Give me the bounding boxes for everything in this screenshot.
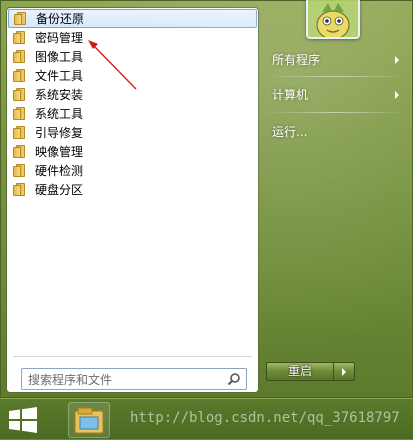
- folder-icon: [13, 69, 29, 82]
- folder-icon: [13, 50, 29, 63]
- program-item-disk-partition[interactable]: 硬盘分区: [8, 180, 257, 199]
- program-item-image-tools[interactable]: 图像工具: [8, 47, 257, 66]
- run-item[interactable]: 运行...: [272, 121, 402, 143]
- chevron-right-icon: [395, 91, 399, 99]
- program-item-image-management[interactable]: 映像管理: [8, 142, 257, 161]
- folder-icon: [14, 12, 30, 25]
- watermark-text: http://blog.csdn.net/qq_37618797: [130, 410, 400, 426]
- divider: [266, 112, 406, 113]
- computer-item[interactable]: 计算机: [272, 84, 402, 106]
- folder-icon: [13, 88, 29, 101]
- program-item-password-manager[interactable]: 密码管理: [8, 28, 257, 47]
- program-item-boot-repair[interactable]: 引导修复: [8, 123, 257, 142]
- chevron-right-icon: [395, 56, 399, 64]
- program-item-system-tools[interactable]: 系统工具: [8, 104, 257, 123]
- program-label: 系统工具: [35, 107, 84, 121]
- folder-icon: [13, 183, 29, 196]
- taskbar-app-button[interactable]: [68, 402, 110, 438]
- program-label: 引导修复: [35, 126, 84, 140]
- shutdown-options-button[interactable]: [334, 362, 355, 381]
- avatar-image: [308, 0, 358, 37]
- restart-button[interactable]: 重启: [266, 362, 334, 381]
- program-list: 备份还原 密码管理 图像工具 文件工具 系统安装 系统工具 引导修复 映像管理 …: [7, 9, 258, 199]
- program-label: 映像管理: [35, 145, 84, 159]
- program-item-file-tools[interactable]: 文件工具: [8, 66, 257, 85]
- search-box[interactable]: [21, 368, 247, 390]
- divider: [13, 356, 252, 357]
- program-label: 文件工具: [35, 69, 84, 83]
- computer-label: 计算机: [272, 88, 309, 102]
- windows-logo-icon[interactable]: [8, 407, 38, 433]
- programs-pane: 备份还原 密码管理 图像工具 文件工具 系统安装 系统工具 引导修复 映像管理 …: [6, 7, 259, 393]
- program-item-system-install[interactable]: 系统安装: [8, 85, 257, 104]
- search-icon[interactable]: [227, 372, 241, 386]
- program-label: 硬件检测: [35, 164, 84, 178]
- folder-icon: [13, 145, 29, 158]
- folder-icon: [13, 107, 29, 120]
- program-label: 硬盘分区: [35, 183, 84, 197]
- program-item-hardware-detect[interactable]: 硬件检测: [8, 161, 257, 180]
- run-label: 运行...: [272, 125, 308, 139]
- start-menu: 备份还原 密码管理 图像工具 文件工具 系统安装 系统工具 引导修复 映像管理 …: [0, 0, 413, 398]
- program-label: 备份还原: [36, 12, 85, 26]
- program-label: 系统安装: [35, 88, 84, 102]
- search-input[interactable]: [26, 370, 220, 390]
- folder-icon: [13, 31, 29, 44]
- all-programs-item[interactable]: 所有程序: [272, 49, 402, 71]
- folder-icon: [13, 126, 29, 139]
- user-avatar[interactable]: [306, 0, 360, 39]
- program-label: 图像工具: [35, 50, 84, 64]
- file-explorer-icon: [74, 407, 104, 434]
- chevron-right-icon: [342, 368, 346, 376]
- divider: [266, 76, 406, 77]
- program-item-backup-restore[interactable]: 备份还原: [8, 9, 257, 28]
- folder-icon: [13, 164, 29, 177]
- all-programs-label: 所有程序: [272, 53, 321, 67]
- program-label: 密码管理: [35, 31, 84, 45]
